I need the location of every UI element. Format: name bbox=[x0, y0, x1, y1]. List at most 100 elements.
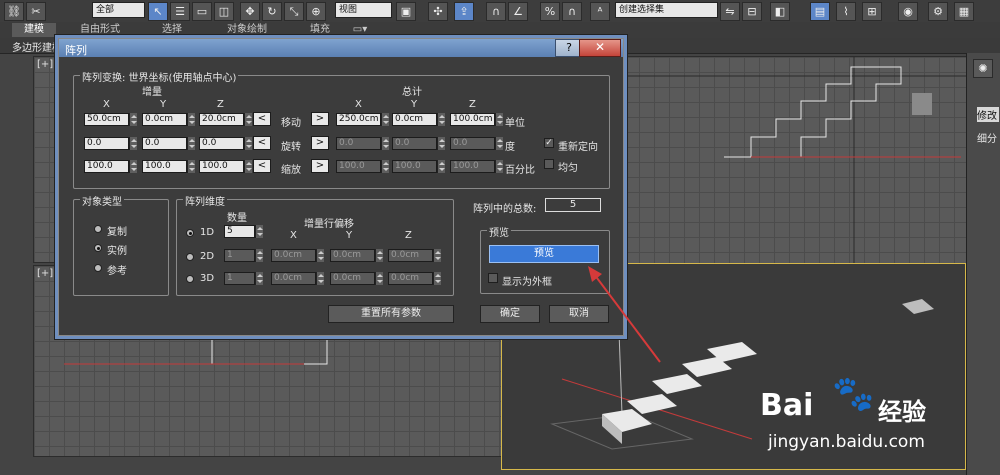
move-x-total[interactable]: 250.0cm bbox=[336, 113, 389, 126]
dim-2d-count[interactable]: 1 bbox=[224, 249, 263, 262]
scale-x-total[interactable]: 100.0 bbox=[336, 160, 389, 173]
instance-radio[interactable] bbox=[94, 244, 102, 252]
rotate-z-total[interactable]: 0.0 bbox=[450, 137, 503, 150]
create-tab-icon[interactable]: ✺ bbox=[973, 59, 993, 78]
dim-2d-radio[interactable] bbox=[186, 253, 194, 261]
rotate-x-increment[interactable]: 0.0 bbox=[84, 137, 137, 150]
dim-2d-offset-x[interactable]: 0.0cm bbox=[271, 249, 324, 262]
viewport-label[interactable]: [+][ bbox=[37, 59, 57, 70]
keyboard-shortcut-icon[interactable]: ⇪ bbox=[454, 2, 474, 21]
ok-button[interactable]: 确定 bbox=[480, 305, 540, 323]
place-icon[interactable]: ⊕ bbox=[306, 2, 326, 21]
move-x-increment[interactable]: 50.0cm bbox=[84, 113, 137, 126]
selection-filter-dropdown[interactable]: 全部 bbox=[92, 2, 145, 18]
dim-3d-offset-y[interactable]: 0.0cm bbox=[330, 272, 383, 285]
tab-modeling[interactable]: 建模 bbox=[12, 23, 56, 37]
move-z-total[interactable]: 100.0cm bbox=[450, 113, 503, 126]
subdivide-label[interactable]: 细分 bbox=[977, 130, 997, 145]
uniform-checkbox[interactable] bbox=[544, 159, 554, 169]
move-z-increment[interactable]: 20.0cm bbox=[199, 113, 252, 126]
copy-radio[interactable] bbox=[94, 225, 102, 233]
dim-1d-radio[interactable] bbox=[186, 229, 194, 237]
rotate-right-arrow-button[interactable]: > bbox=[311, 136, 329, 150]
move-y-total[interactable]: 0.0cm bbox=[392, 113, 445, 126]
ribbon-options-icon[interactable]: ▭▾ bbox=[350, 23, 370, 37]
move-right-arrow-button[interactable]: > bbox=[311, 112, 329, 126]
render-setup-icon[interactable]: ⚙ bbox=[928, 2, 948, 21]
modify-label[interactable]: 修改 bbox=[977, 107, 999, 122]
scale-z-total[interactable]: 100.0 bbox=[450, 160, 503, 173]
dialog-titlebar[interactable]: 阵列 ? ✕ bbox=[59, 39, 623, 57]
reference-radio[interactable] bbox=[94, 264, 102, 272]
close-button[interactable]: ✕ bbox=[579, 39, 621, 57]
scale-x-increment[interactable]: 100.0 bbox=[84, 160, 137, 173]
rect-select-icon[interactable]: ▭ bbox=[192, 2, 212, 21]
scale-right-arrow-button[interactable]: > bbox=[311, 159, 329, 173]
select-object-icon[interactable]: ↖ bbox=[148, 2, 168, 21]
align-icon[interactable]: ⊟ bbox=[742, 2, 762, 21]
rotate-left-arrow-button[interactable]: < bbox=[253, 136, 271, 150]
tab-freeform[interactable]: 自由形式 bbox=[70, 23, 130, 37]
tab-populate[interactable]: 填充 bbox=[300, 23, 340, 37]
schematic-icon[interactable]: ⊞ bbox=[862, 2, 882, 21]
rotate-y-total[interactable]: 0.0 bbox=[392, 137, 445, 150]
select-by-name-icon[interactable]: ☰ bbox=[170, 2, 190, 21]
scale-y-total[interactable]: 100.0 bbox=[392, 160, 445, 173]
tab-object-paint[interactable]: 对象绘制 bbox=[215, 23, 279, 37]
spinner-snap-icon[interactable]: ∩ bbox=[562, 2, 582, 21]
rotate-y-increment[interactable]: 0.0 bbox=[142, 137, 195, 150]
totals-label: 总计 bbox=[402, 87, 422, 98]
polygon-modeling-label[interactable]: 多边形建模 bbox=[12, 39, 62, 54]
ribbon-toggle-icon[interactable]: ▤ bbox=[810, 2, 830, 21]
dim-3d-count[interactable]: 1 bbox=[224, 272, 263, 285]
material-editor-icon[interactable]: ◉ bbox=[898, 2, 918, 21]
layer-icon[interactable]: ◧ bbox=[770, 2, 790, 21]
tab-selection[interactable]: 选择 bbox=[150, 23, 194, 37]
dim-3d-offset-z[interactable]: 0.0cm bbox=[388, 272, 441, 285]
dim-1d-count[interactable]: 5 bbox=[224, 225, 263, 238]
dim-3d-radio[interactable] bbox=[186, 275, 194, 283]
angle-snap-icon[interactable]: ∠ bbox=[508, 2, 528, 21]
reset-all-button[interactable]: 重置所有参数 bbox=[328, 305, 454, 323]
show-as-box-checkbox[interactable] bbox=[488, 273, 498, 283]
edit-named-selection-icon[interactable]: ᴬ bbox=[590, 2, 610, 21]
scale-icon[interactable]: ⤡ bbox=[284, 2, 304, 21]
move-y-increment[interactable]: 0.0cm bbox=[142, 113, 195, 126]
percent-snap-icon[interactable]: % bbox=[540, 2, 560, 21]
curve-editor-icon[interactable]: ⌇ bbox=[836, 2, 856, 21]
named-selection-dropdown[interactable]: 创建选择集 bbox=[615, 2, 718, 18]
scale-y-increment[interactable]: 100.0 bbox=[142, 160, 195, 173]
reference-coord-dropdown[interactable]: 视图 bbox=[335, 2, 392, 18]
rotate-label: 旋转 bbox=[281, 142, 301, 153]
dim-3d-offset-x[interactable]: 0.0cm bbox=[271, 272, 324, 285]
main-toolbar: ⛓ ✂ 全部 ↖ ☰ ▭ ◫ ✥ ↻ ⤡ ⊕ 视图 ▣ ✣ ⇪ ∩ ∠ % ∩ … bbox=[0, 0, 1000, 23]
pivot-icon[interactable]: ▣ bbox=[396, 2, 416, 21]
preview-button[interactable]: 预览 bbox=[489, 245, 599, 263]
snap-icon[interactable]: ∩ bbox=[486, 2, 506, 21]
copy-label: 复制 bbox=[107, 227, 127, 238]
rotate-x-total[interactable]: 0.0 bbox=[336, 137, 389, 150]
instance-label: 实例 bbox=[107, 246, 127, 257]
total-in-array-value: 5 bbox=[545, 198, 601, 212]
window-crossing-icon[interactable]: ◫ bbox=[214, 2, 234, 21]
mirror-icon[interactable]: ⇋ bbox=[720, 2, 740, 21]
render-frame-icon[interactable]: ▦ bbox=[954, 2, 974, 21]
reference-label: 参考 bbox=[107, 266, 127, 277]
watermark-url: jingyan.baidu.com bbox=[768, 432, 925, 452]
move-icon[interactable]: ✥ bbox=[240, 2, 260, 21]
reorient-checkbox[interactable]: ✓ bbox=[544, 138, 554, 148]
rotate-icon[interactable]: ↻ bbox=[262, 2, 282, 21]
watermark-paw-icon: 🐾 bbox=[832, 374, 875, 414]
unlink-icon[interactable]: ✂ bbox=[26, 2, 46, 21]
move-left-arrow-button[interactable]: < bbox=[253, 112, 271, 126]
link-icon[interactable]: ⛓ bbox=[4, 2, 24, 21]
rotate-z-increment[interactable]: 0.0 bbox=[199, 137, 252, 150]
dim-2d-offset-z[interactable]: 0.0cm bbox=[388, 249, 441, 262]
scale-left-arrow-button[interactable]: < bbox=[253, 159, 271, 173]
offset-z-header: Z bbox=[405, 230, 412, 241]
scale-z-increment[interactable]: 100.0 bbox=[199, 160, 252, 173]
select-manipulate-icon[interactable]: ✣ bbox=[428, 2, 448, 21]
preview-title: 预览 bbox=[487, 224, 511, 239]
offset-y-header: Y bbox=[346, 230, 353, 241]
dim-2d-offset-y[interactable]: 0.0cm bbox=[330, 249, 383, 262]
